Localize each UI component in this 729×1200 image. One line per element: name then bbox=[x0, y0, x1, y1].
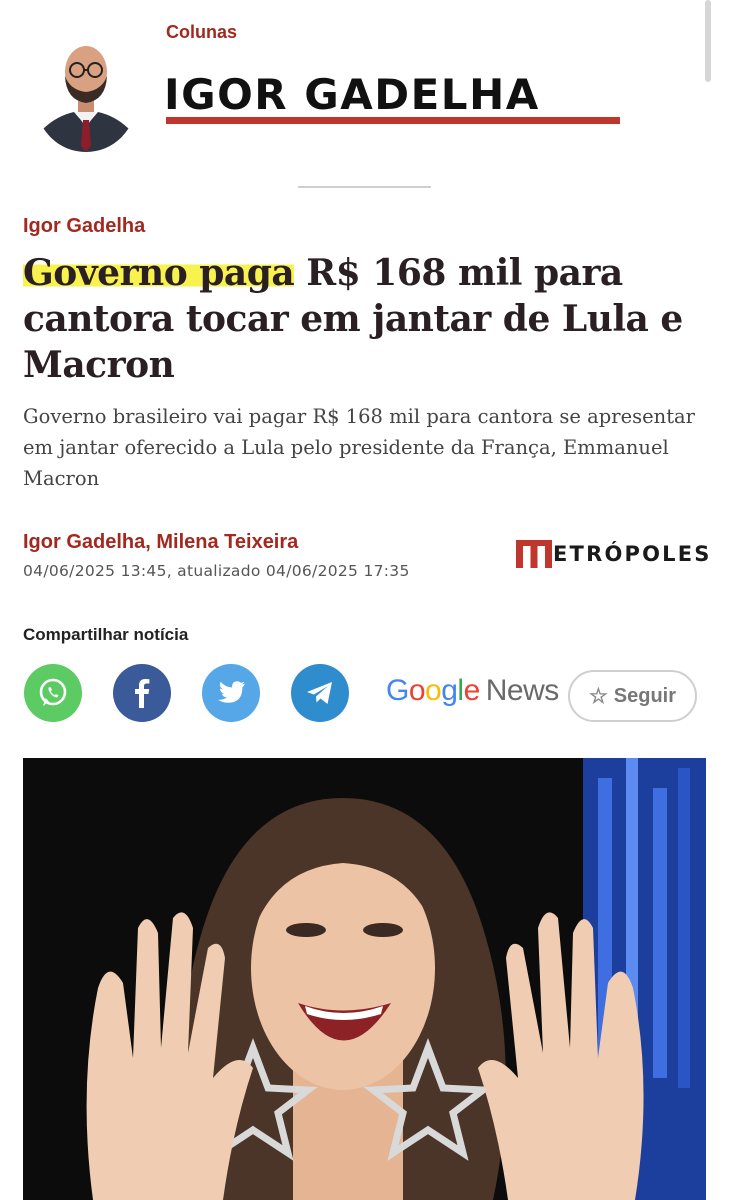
authors[interactable]: Igor Gadelha, Milena Teixeira bbox=[23, 531, 298, 554]
google-news-logo[interactable]: Google News bbox=[386, 674, 559, 708]
telegram-icon bbox=[307, 682, 332, 704]
google-letter: o bbox=[425, 674, 442, 707]
columnist-avatar[interactable] bbox=[36, 32, 136, 152]
publish-dates: 04/06/2025 13:45, atualizado 04/06/2025 … bbox=[23, 562, 410, 580]
star-icon: ☆ bbox=[588, 684, 608, 708]
twitter-icon bbox=[218, 681, 245, 703]
whatsapp-icon bbox=[39, 678, 67, 706]
article-subtitle: Governo brasileiro vai pagar R$ 168 mil … bbox=[23, 405, 696, 490]
google-letter: g bbox=[441, 674, 458, 707]
google-letter: e bbox=[463, 674, 481, 707]
google-letter: o bbox=[408, 674, 426, 707]
headline: Governo paga R$ 168 mil para cantora toc… bbox=[23, 250, 703, 388]
share-facebook-button[interactable] bbox=[113, 664, 171, 722]
metropoles-m-icon bbox=[516, 540, 552, 568]
article-photo bbox=[23, 758, 706, 1200]
news-label: News bbox=[485, 674, 560, 707]
google-letter: G bbox=[386, 674, 409, 707]
facebook-icon bbox=[135, 679, 150, 708]
column-name[interactable]: IGOR GADELHA bbox=[164, 70, 540, 120]
metropoles-logo[interactable]: ETRÓPOLES bbox=[516, 538, 712, 570]
share-title: Compartilhar notícia bbox=[23, 625, 189, 644]
share-whatsapp-button[interactable] bbox=[24, 664, 82, 722]
column-header: Colunas IGOR GADELHA bbox=[0, 0, 729, 170]
headline-highlight: Governo paga bbox=[23, 252, 295, 294]
brand-text: ETRÓPOLES bbox=[553, 542, 712, 566]
article-kicker[interactable]: Igor Gadelha bbox=[23, 215, 145, 238]
share-telegram-button[interactable] bbox=[291, 664, 349, 722]
column-kicker[interactable]: Colunas bbox=[166, 22, 237, 43]
share-twitter-button[interactable] bbox=[202, 664, 260, 722]
follow-label: Seguir bbox=[613, 684, 677, 707]
divider bbox=[298, 186, 431, 188]
column-underline bbox=[166, 117, 620, 124]
follow-button[interactable]: ☆ Seguir bbox=[568, 670, 697, 722]
